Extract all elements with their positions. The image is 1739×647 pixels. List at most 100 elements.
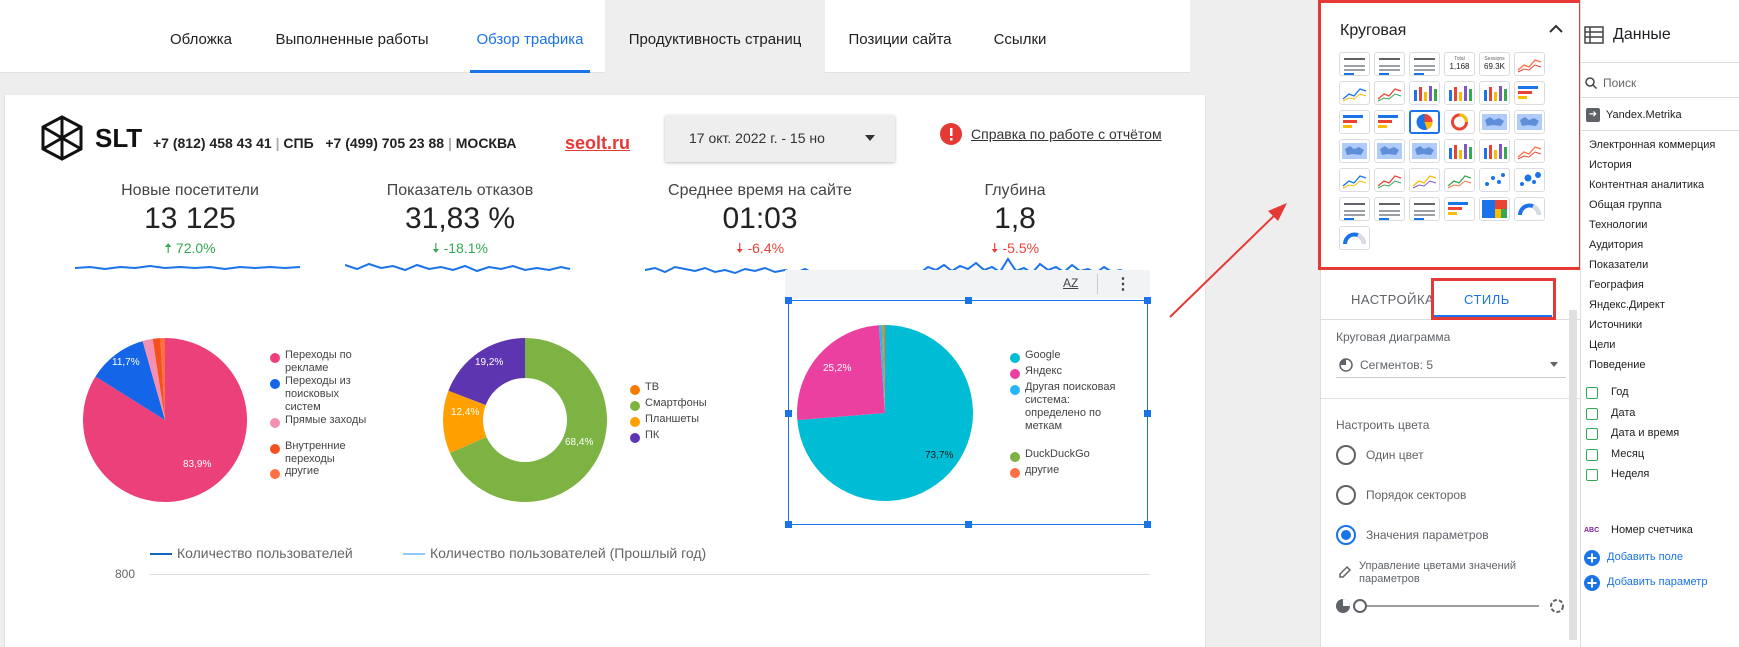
legend-dot	[1010, 369, 1020, 379]
date-range-picker[interactable]: 17 окт. 2022 г. - 15 но	[665, 115, 895, 162]
field-group[interactable]: Аудитория	[1589, 235, 1715, 255]
tab-style[interactable]: СТИЛЬ	[1431, 278, 1556, 320]
tab-completed-work[interactable]: Выполненные работы	[262, 0, 442, 73]
chart-type-bar-icon[interactable]	[1444, 81, 1475, 105]
chart-type-line-icon[interactable]	[1339, 168, 1370, 192]
chart-type-gauge-icon[interactable]	[1339, 226, 1370, 250]
tab-links[interactable]: Ссылки	[980, 0, 1060, 73]
site-link[interactable]: seolt.ru	[565, 133, 630, 154]
chart-type-scatter-icon[interactable]	[1479, 168, 1510, 192]
chevron-up-icon[interactable]	[1549, 24, 1563, 33]
chart-type-line-icon[interactable]	[1374, 81, 1405, 105]
field-counter-number[interactable]: Номер счетчика	[1611, 524, 1693, 536]
chart-type-line-icon[interactable]	[1514, 52, 1545, 76]
kpi-label: Среднее время на сайте	[668, 182, 852, 199]
slider-handle[interactable]	[1353, 599, 1367, 613]
field-group[interactable]: География	[1589, 275, 1715, 295]
field-group[interactable]: Общая группа	[1589, 195, 1715, 215]
field-group[interactable]: Источники	[1589, 315, 1715, 335]
search-engines-pie[interactable]	[795, 323, 975, 503]
field-group[interactable]: Показатели	[1589, 255, 1715, 275]
chart-type-bar-icon[interactable]	[1479, 81, 1510, 105]
sort-icon[interactable]: AZ	[1063, 276, 1078, 290]
chart-type-map-icon[interactable]	[1339, 139, 1370, 163]
segments-select[interactable]: Сегментов: 5	[1336, 352, 1566, 378]
resize-handle[interactable]	[785, 521, 792, 528]
devices-donut[interactable]	[435, 330, 615, 510]
resize-handle[interactable]	[1144, 297, 1151, 304]
field-group[interactable]: История	[1589, 155, 1715, 175]
chart-type-table-icon[interactable]	[1339, 52, 1370, 76]
field-group[interactable]: Электронная коммерция	[1589, 135, 1715, 155]
date-field[interactable]: Дата и время	[1611, 427, 1679, 439]
date-field[interactable]: Год	[1611, 386, 1629, 398]
chart-type-area-icon[interactable]	[1409, 168, 1440, 192]
chart-type-table-icon[interactable]	[1374, 197, 1405, 221]
add-icon	[1584, 575, 1600, 591]
panel-scrollbar[interactable]	[1569, 310, 1577, 640]
chart-type-scorecard-sessions-icon[interactable]: Sessions 69.3K	[1479, 52, 1510, 76]
traffic-sources-pie[interactable]	[75, 330, 255, 510]
chart-type-scorecard-total-icon[interactable]: Total 1,168	[1444, 52, 1475, 76]
chart-type-combo-icon[interactable]	[1479, 139, 1510, 163]
chart-type-bubble-icon[interactable]	[1514, 168, 1545, 192]
field-group[interactable]: Поведение	[1589, 355, 1715, 375]
radio-slice-order[interactable]	[1336, 485, 1356, 505]
chart-type-combo-icon[interactable]	[1444, 139, 1475, 163]
date-field[interactable]: Месяц	[1611, 448, 1644, 460]
data-source-name[interactable]: Yandex.Metrika	[1606, 109, 1682, 121]
chart-type-pie-icon[interactable]	[1409, 110, 1440, 134]
chart-type-bar-icon[interactable]	[1409, 81, 1440, 105]
tab-cover[interactable]: Обложка	[160, 0, 242, 73]
chart-type-map-icon[interactable]	[1514, 110, 1545, 134]
chart-type-table-icon[interactable]	[1409, 197, 1440, 221]
chart-type-map-icon[interactable]	[1479, 110, 1510, 134]
search-input[interactable]: Поиск	[1603, 76, 1636, 90]
tab-setup[interactable]: НАСТРОЙКА	[1351, 292, 1434, 307]
segments-value: Сегментов: 5	[1360, 358, 1434, 372]
resize-handle[interactable]	[965, 521, 972, 528]
chart-type-donut-icon[interactable]	[1444, 110, 1475, 134]
manage-colors-link[interactable]: Управление цветами значений параметров	[1359, 560, 1559, 586]
chart-type-gauge-icon[interactable]	[1514, 197, 1545, 221]
chart-type-line-icon[interactable]	[1514, 139, 1545, 163]
chart-type-table-icon[interactable]	[1374, 52, 1405, 76]
chart-type-table-icon[interactable]	[1339, 197, 1370, 221]
resize-handle[interactable]	[785, 297, 792, 304]
tab-site-positions[interactable]: Позиции сайта	[835, 0, 965, 73]
add-param-link[interactable]: Добавить параметр	[1607, 576, 1707, 588]
add-field-link[interactable]: Добавить поле	[1607, 551, 1683, 563]
radio-dimension-values[interactable]	[1336, 525, 1356, 545]
slider-track[interactable]	[1359, 605, 1539, 607]
more-options-icon[interactable]: ⋮	[1115, 274, 1131, 294]
chart-type-hbar-icon[interactable]	[1374, 110, 1405, 134]
help-link[interactable]: Справка по работе с отчётом	[971, 126, 1162, 142]
chart-type-hbar-icon[interactable]	[1514, 81, 1545, 105]
chart-type-line-icon[interactable]	[1339, 81, 1370, 105]
resize-handle[interactable]	[1144, 410, 1151, 417]
resize-handle[interactable]	[965, 297, 972, 304]
chart-type-map-icon[interactable]	[1409, 139, 1440, 163]
chart-type-area-icon[interactable]	[1374, 168, 1405, 192]
chart-type-bullet-icon[interactable]	[1444, 197, 1475, 221]
resize-handle[interactable]	[1144, 521, 1151, 528]
date-field[interactable]: Дата	[1611, 407, 1635, 419]
field-group[interactable]: Контентная аналитика	[1589, 175, 1715, 195]
tab-page-productivity[interactable]: Продуктивность страниц	[605, 0, 825, 73]
field-group[interactable]: Технологии	[1589, 215, 1715, 235]
chart-type-hbar-icon[interactable]	[1339, 110, 1370, 134]
field-group[interactable]: Цели	[1589, 335, 1715, 355]
chart-type-area-icon[interactable]	[1444, 168, 1475, 192]
chart-type-map-icon[interactable]	[1374, 139, 1405, 163]
resize-handle[interactable]	[785, 410, 792, 417]
calendar-icon	[1586, 387, 1598, 399]
legend-dot	[270, 469, 280, 479]
divider	[1581, 97, 1739, 98]
legend-dot	[1010, 385, 1020, 395]
field-group[interactable]: Яндекс.Директ	[1589, 295, 1715, 315]
tab-traffic-overview[interactable]: Обзор трафика	[470, 0, 590, 73]
radio-single-color[interactable]	[1336, 445, 1356, 465]
chart-type-treemap-icon[interactable]	[1479, 197, 1510, 221]
chart-type-table-icon[interactable]	[1409, 52, 1440, 76]
date-field[interactable]: Неделя	[1611, 468, 1649, 480]
